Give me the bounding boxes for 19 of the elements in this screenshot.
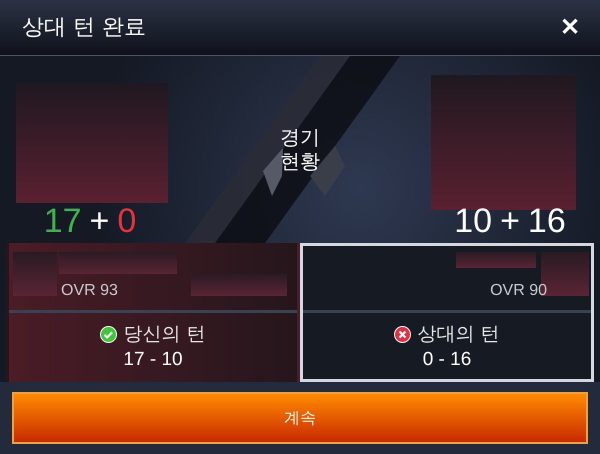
score-text: + bbox=[90, 202, 110, 241]
turn-score: 17 - 10 bbox=[123, 349, 183, 371]
continue-button[interactable]: 계속 bbox=[12, 392, 588, 444]
turn-score: 0 - 16 bbox=[422, 349, 472, 371]
score-text: 16 bbox=[528, 202, 566, 241]
overall-rating: OVR 93 bbox=[61, 282, 118, 300]
team-panel[interactable]: OVR 93 당신의 턴 17 - 10 bbox=[6, 243, 300, 382]
dialog-title: 상대 턴 완료 bbox=[22, 14, 146, 42]
overall-rating: OVR 90 bbox=[490, 282, 547, 300]
team-panel[interactable]: OVR 90 상대의 턴 0 - 16 bbox=[300, 243, 594, 382]
score-text: 10 bbox=[454, 202, 492, 241]
turn-label: 상대의 턴 bbox=[417, 322, 500, 347]
score-text: + bbox=[500, 202, 520, 241]
score-text: 0 bbox=[117, 202, 136, 241]
match-status-label: 경기 현황 bbox=[280, 125, 320, 174]
turn-label: 당신의 턴 bbox=[123, 322, 206, 347]
team-badge bbox=[13, 252, 57, 296]
close-button[interactable]: ✕ bbox=[560, 12, 580, 42]
score-text: 17 bbox=[44, 202, 82, 241]
